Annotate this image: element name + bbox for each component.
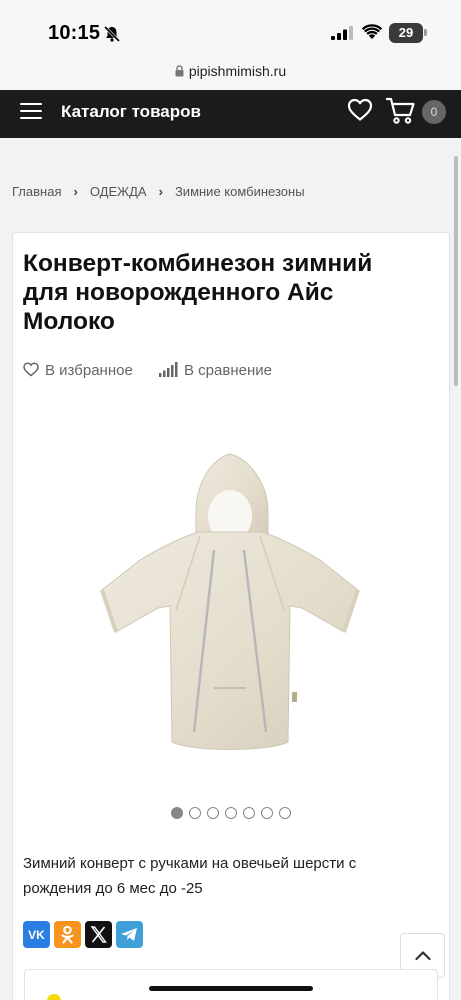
- x-icon[interactable]: [85, 921, 112, 948]
- status-time: 10:15: [48, 22, 101, 44]
- breadcrumb-winter-overalls[interactable]: Зимние комбинезоны: [175, 184, 305, 199]
- status-bar: 10:15 29: [0, 0, 461, 60]
- lock-icon: [175, 65, 184, 77]
- breadcrumb-home[interactable]: Главная: [12, 184, 61, 199]
- price-box: [24, 969, 438, 1000]
- breadcrumb-clothes[interactable]: ОДЕЖДА: [90, 184, 147, 199]
- breadcrumb: Главная › ОДЕЖДА › Зимние комбинезоны: [12, 184, 305, 199]
- telegram-icon[interactable]: [116, 921, 143, 948]
- compare-label: В сравнение: [184, 362, 272, 379]
- chevron-right-icon: ›: [158, 184, 163, 199]
- chevron-right-icon: ›: [73, 184, 78, 199]
- home-indicator[interactable]: [149, 986, 313, 991]
- bell-slash-icon: [103, 25, 121, 43]
- heart-icon[interactable]: [347, 98, 373, 122]
- image-carousel-dots: [171, 806, 297, 820]
- scrollbar[interactable]: [454, 156, 458, 386]
- battery-tip: [424, 29, 427, 36]
- carousel-dot[interactable]: [261, 807, 273, 819]
- price-indicator-dot: [47, 994, 61, 1000]
- carousel-dot[interactable]: [243, 807, 255, 819]
- url-bar[interactable]: pipishmimish.ru: [0, 58, 461, 90]
- add-to-compare-link[interactable]: В сравнение: [159, 362, 272, 379]
- svg-text:VK: VK: [28, 928, 45, 942]
- odnoklassniki-icon[interactable]: [54, 921, 81, 948]
- cart-count-badge: 0: [422, 100, 446, 124]
- url-text: pipishmimish.ru: [188, 63, 287, 79]
- carousel-dot[interactable]: [189, 807, 201, 819]
- cart-icon[interactable]: [386, 97, 416, 125]
- hamburger-menu-icon[interactable]: [20, 103, 42, 125]
- battery-icon: 29: [389, 23, 423, 43]
- wifi-icon: [362, 24, 382, 39]
- carousel-dot[interactable]: [279, 807, 291, 819]
- product-title: Конверт-комбинезон зимний для новорожден…: [23, 250, 373, 335]
- compare-bars-icon: [159, 362, 178, 378]
- product-image[interactable]: [88, 420, 373, 800]
- favorites-label: В избранное: [45, 362, 133, 379]
- carousel-dot[interactable]: [207, 807, 219, 819]
- carousel-dot[interactable]: [225, 807, 237, 819]
- share-buttons: VK: [23, 921, 147, 948]
- cellular-signal-icon: [331, 26, 353, 40]
- product-description: Зимний конверт с ручками на овечьей шерс…: [23, 855, 357, 897]
- carousel-dot[interactable]: [171, 807, 183, 819]
- heart-outline-icon: [23, 362, 39, 377]
- catalog-title[interactable]: Каталог товаров: [61, 102, 201, 122]
- top-nav: Каталог товаров 0: [0, 90, 461, 138]
- chevron-up-icon: [415, 951, 431, 961]
- vk-icon[interactable]: VK: [23, 921, 50, 948]
- add-to-favorites-link[interactable]: В избранное: [23, 362, 133, 379]
